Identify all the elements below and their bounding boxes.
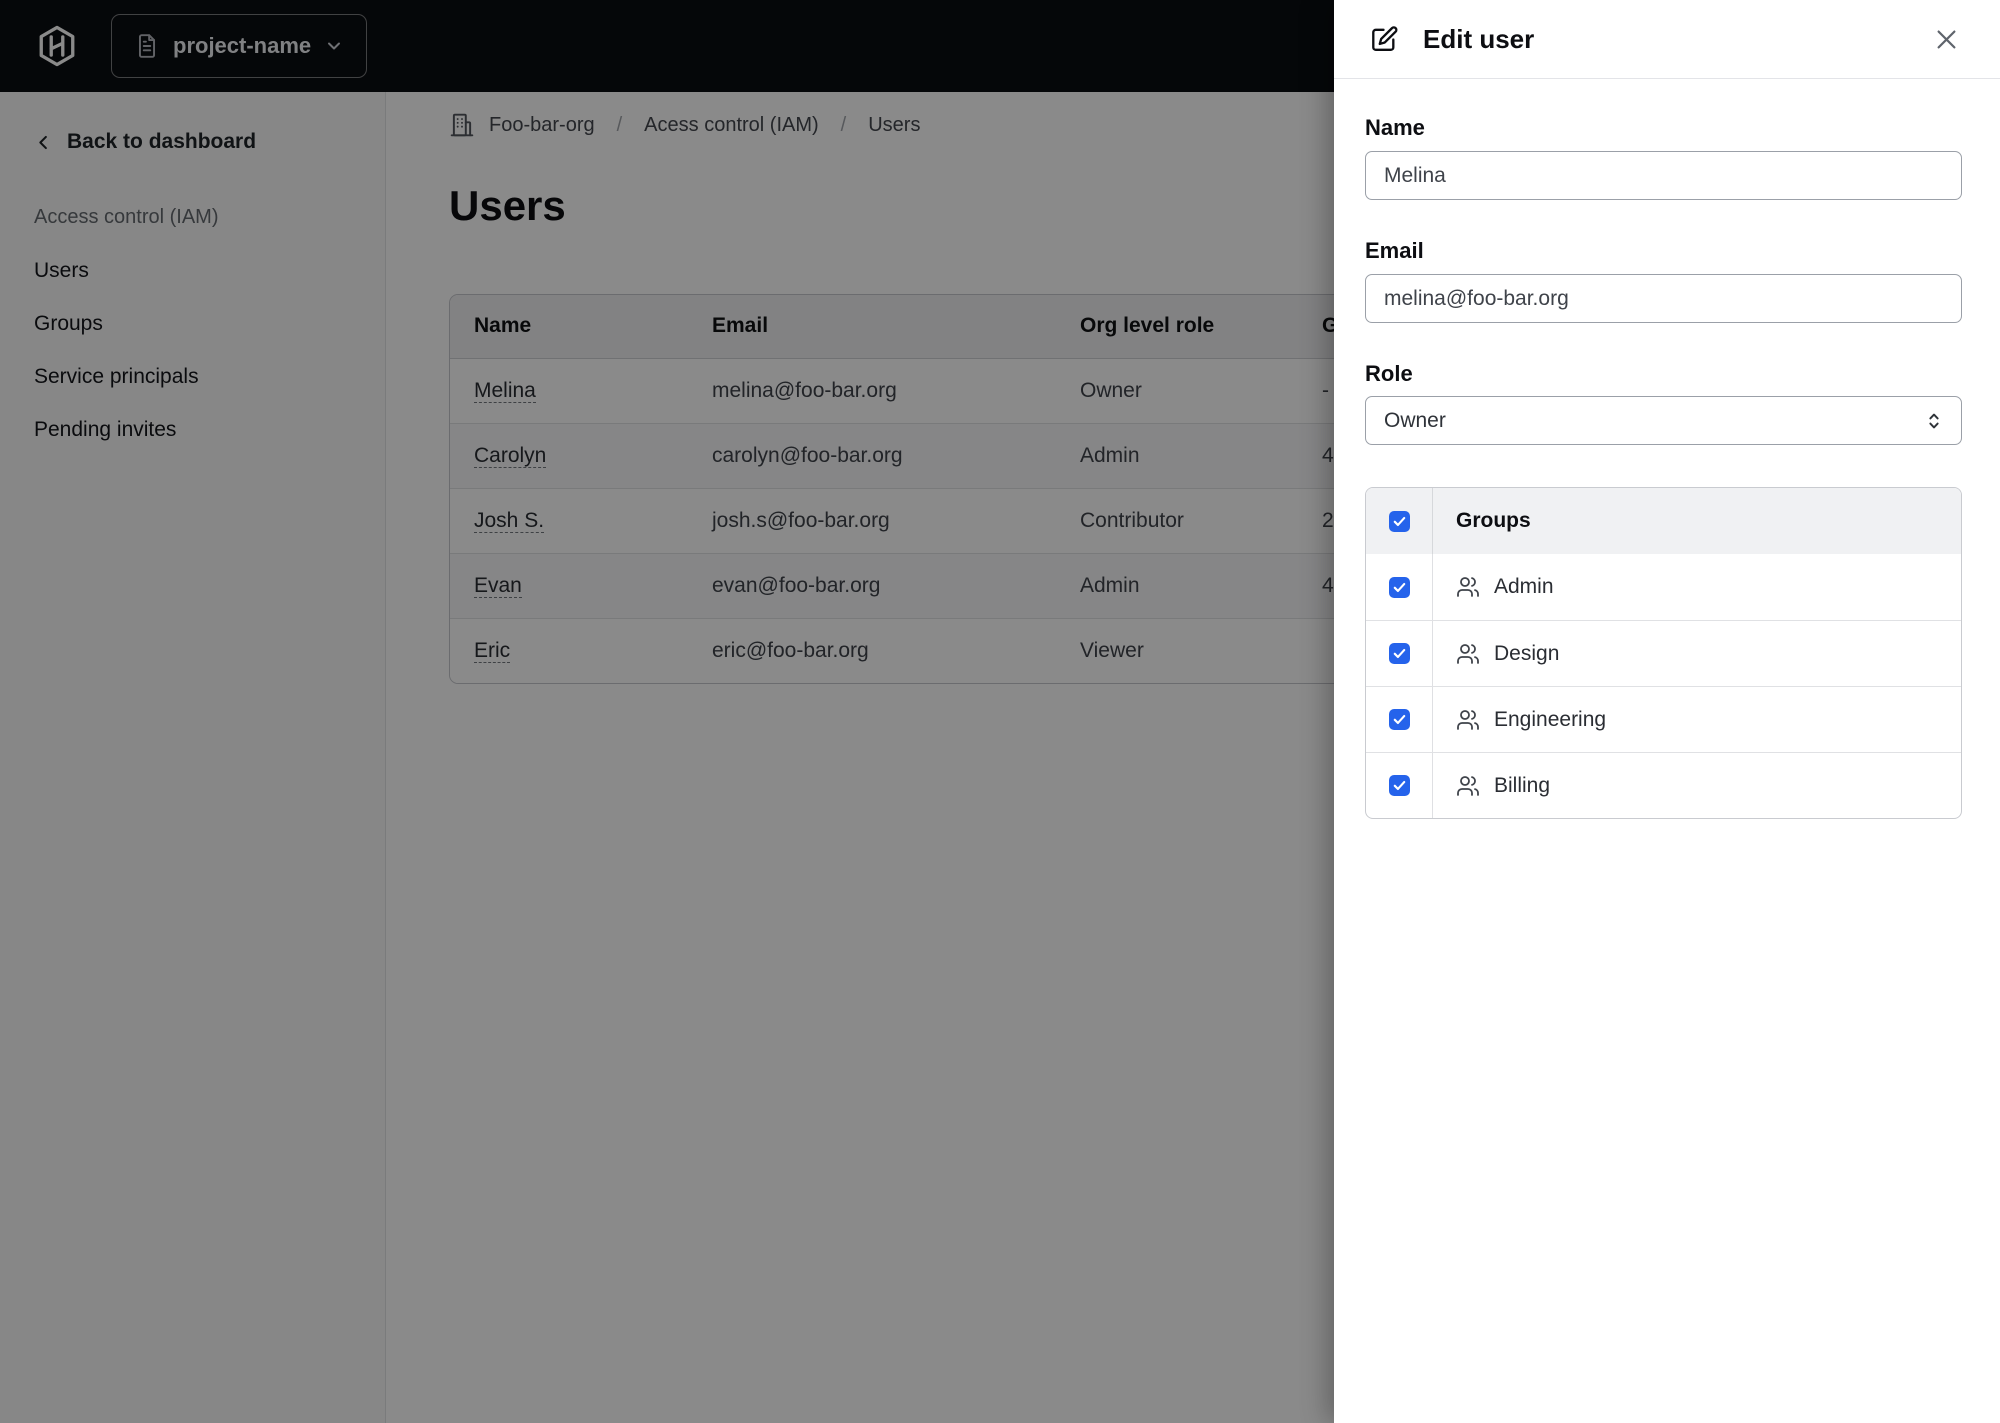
groups-header-label: Groups [1456, 509, 1531, 532]
page: project-name Back to dashboard Access co… [0, 0, 2000, 1423]
group-checkbox-billing[interactable] [1388, 775, 1410, 796]
check-icon [1393, 715, 1405, 724]
select-chevrons-icon [1929, 413, 1939, 428]
select-all-groups-checkbox[interactable] [1388, 510, 1410, 532]
group-checkbox-engineering[interactable] [1388, 709, 1410, 730]
name-field-label: Name [1365, 115, 1425, 140]
users-icon [1457, 709, 1479, 730]
group-row: Billing [1366, 752, 1961, 818]
drawer-header: Edit user [1334, 0, 2000, 79]
check-icon [1393, 516, 1405, 526]
group-label: Admin [1494, 575, 1554, 598]
group-row: Design [1366, 620, 1961, 686]
drawer-title: Edit user [1423, 23, 1535, 54]
edit-user-drawer: Edit user Name Email Role Owner [1334, 0, 2000, 1423]
edit-pencil-square-icon [1372, 25, 1398, 51]
drawer-body: Name Email Role Owner [1334, 115, 2000, 819]
users-icon [1457, 775, 1479, 796]
users-icon [1457, 577, 1479, 597]
group-row: Admin [1366, 554, 1961, 620]
groups-panel: Groups Admin Design Engineering Billing [1365, 487, 1962, 819]
users-icon [1457, 643, 1479, 664]
role-select[interactable]: Owner [1365, 396, 1962, 445]
role-selected-value: Owner [1384, 408, 1446, 432]
close-icon [1937, 30, 1956, 48]
check-icon [1393, 781, 1405, 790]
groups-panel-header: Groups [1366, 488, 1961, 554]
email-input[interactable] [1365, 274, 1962, 323]
name-input[interactable] [1365, 151, 1962, 200]
group-row: Engineering [1366, 686, 1961, 752]
role-field-label: Role [1365, 361, 1413, 386]
group-label: Design [1494, 641, 1560, 665]
check-icon [1393, 649, 1405, 658]
check-icon [1393, 582, 1405, 592]
group-checkbox-design[interactable] [1388, 643, 1410, 664]
email-field-label: Email [1365, 238, 1424, 263]
group-label: Engineering [1494, 707, 1607, 731]
group-label: Billing [1494, 773, 1551, 797]
close-button[interactable] [1929, 22, 1964, 57]
group-checkbox-admin[interactable] [1388, 576, 1410, 598]
